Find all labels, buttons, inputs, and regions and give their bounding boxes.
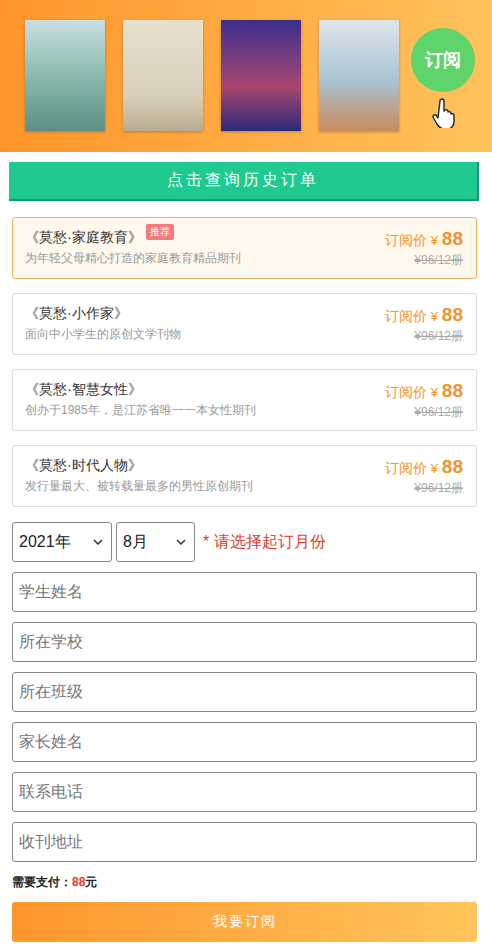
subscribe-price: 订阅价 ¥ 88: [385, 228, 463, 250]
product-title: 《莫愁·小作家》: [25, 305, 128, 323]
form-fields: [12, 572, 477, 862]
form-input[interactable]: [12, 672, 477, 712]
product-description: 面向中小学生的原创文学刊物: [25, 326, 181, 343]
subscribe-button[interactable]: 订阅: [411, 28, 475, 92]
magazine-cover[interactable]: [123, 20, 203, 131]
product-card[interactable]: 《莫愁·家庭教育》 推荐 为年轻父母精心打造的家庭教育精品期刊 订阅价 ¥ 88…: [12, 217, 477, 279]
magazine-cover[interactable]: [221, 20, 301, 131]
product-title-row: 《莫愁·时代人物》: [25, 457, 253, 475]
start-month-row: 2021年 8月 * 请选择起订月份: [12, 522, 477, 562]
start-month-hint: * 请选择起订月份: [203, 532, 326, 553]
form-input[interactable]: [12, 722, 477, 762]
banner: 订阅: [0, 0, 492, 152]
hand-cursor-icon: [431, 98, 457, 128]
product-price: 订阅价 ¥ 88 ¥96/12册: [385, 456, 463, 497]
product-price: 订阅价 ¥ 88 ¥96/12册: [385, 380, 463, 421]
product-title-row: 《莫愁·小作家》: [25, 305, 181, 323]
product-title-row: 《莫愁·家庭教育》 推荐: [25, 229, 241, 247]
form-input[interactable]: [12, 572, 477, 612]
form-input[interactable]: [12, 772, 477, 812]
subscribe-price: 订阅价 ¥ 88: [385, 304, 463, 326]
product-description: 为年轻父母精心打造的家庭教育精品期刊: [25, 250, 241, 267]
chevron-down-icon: [176, 539, 186, 545]
product-list: 《莫愁·家庭教育》 推荐 为年轻父母精心打造的家庭教育精品期刊 订阅价 ¥ 88…: [12, 217, 477, 507]
original-price: ¥96/12册: [385, 252, 463, 269]
page: 订阅 点击查询历史订单 《莫愁·家庭教育》 推荐 为年轻父母精心打造的家庭教育精…: [0, 0, 492, 942]
product-card[interactable]: 《莫愁·时代人物》 发行量最大、被转载量最多的男性原创期刊 订阅价 ¥ 88 ¥…: [12, 445, 477, 507]
total-payment: 需要支付：88元: [12, 874, 477, 891]
product-title: 《莫愁·时代人物》: [25, 457, 142, 475]
magazine-cover[interactable]: [25, 20, 105, 131]
form-input[interactable]: [12, 822, 477, 862]
product-title: 《莫愁·智慧女性》: [25, 381, 142, 399]
product-price: 订阅价 ¥ 88 ¥96/12册: [385, 228, 463, 269]
year-select[interactable]: 2021年: [12, 522, 112, 562]
product-info: 《莫愁·小作家》 面向中小学生的原创文学刊物: [25, 305, 181, 343]
recommend-badge: 推荐: [146, 224, 174, 240]
product-info: 《莫愁·时代人物》 发行量最大、被转载量最多的男性原创期刊: [25, 457, 253, 495]
original-price: ¥96/12册: [385, 480, 463, 497]
subscribe-area: 订阅: [411, 28, 475, 92]
original-price: ¥96/12册: [385, 404, 463, 421]
product-card[interactable]: 《莫愁·智慧女性》 创办于1985年，是江苏省唯一一本女性期刊 订阅价 ¥ 88…: [12, 369, 477, 431]
content: 点击查询历史订单 《莫愁·家庭教育》 推荐 为年轻父母精心打造的家庭教育精品期刊…: [0, 152, 492, 942]
product-description: 创办于1985年，是江苏省唯一一本女性期刊: [25, 402, 256, 419]
product-title-row: 《莫愁·智慧女性》: [25, 381, 256, 399]
magazine-cover[interactable]: [319, 20, 399, 131]
subscribe-price: 订阅价 ¥ 88: [385, 456, 463, 478]
history-orders-button[interactable]: 点击查询历史订单: [9, 162, 479, 201]
form-input[interactable]: [12, 622, 477, 662]
product-card[interactable]: 《莫愁·小作家》 面向中小学生的原创文学刊物 订阅价 ¥ 88 ¥96/12册: [12, 293, 477, 355]
submit-button[interactable]: 我要订阅: [12, 902, 477, 942]
original-price: ¥96/12册: [385, 328, 463, 345]
product-title: 《莫愁·家庭教育》: [25, 229, 142, 247]
month-select[interactable]: 8月: [116, 522, 195, 562]
chevron-down-icon: [93, 539, 103, 545]
product-info: 《莫愁·家庭教育》 推荐 为年轻父母精心打造的家庭教育精品期刊: [25, 229, 241, 267]
subscribe-price: 订阅价 ¥ 88: [385, 380, 463, 402]
product-info: 《莫愁·智慧女性》 创办于1985年，是江苏省唯一一本女性期刊: [25, 381, 256, 419]
product-price: 订阅价 ¥ 88 ¥96/12册: [385, 304, 463, 345]
product-description: 发行量最大、被转载量最多的男性原创期刊: [25, 478, 253, 495]
